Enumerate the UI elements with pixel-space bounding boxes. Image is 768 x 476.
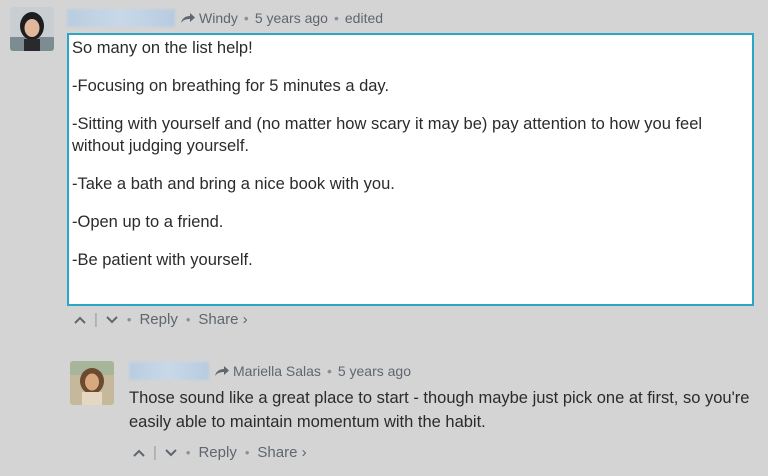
share-button[interactable]: Share › [257, 444, 306, 461]
reply-button[interactable]: Reply [198, 444, 236, 461]
comment-paragraph: -Take a bath and bring a nice book with … [72, 175, 395, 193]
comment-paragraph: -Focusing on breathing for 5 minutes a d… [72, 77, 390, 95]
downvote-icon[interactable] [164, 448, 178, 458]
avatar[interactable] [10, 7, 54, 51]
avatar[interactable] [70, 361, 114, 405]
comment-paragraph: So many on the list help! [72, 39, 253, 57]
comment-actions: | • Reply • Share › [73, 311, 248, 328]
comment-paragraph: -Sitting with yourself and (no matter ho… [72, 115, 703, 155]
reply-actions: | • Reply • Share › [132, 444, 307, 461]
reply-arrow-icon [181, 13, 195, 23]
author-name[interactable] [67, 9, 175, 27]
comment-time[interactable]: 5 years ago [255, 10, 328, 26]
upvote-icon[interactable] [132, 448, 146, 458]
author-name[interactable] [129, 362, 209, 380]
comment-paragraph: -Be patient with yourself. [72, 251, 253, 269]
reply-arrow-icon [215, 366, 229, 376]
reply-meta: Mariella Salas • 5 years ago [214, 363, 411, 379]
comment-paragraph: -Open up to a friend. [72, 213, 224, 231]
upvote-icon[interactable] [73, 315, 87, 325]
replying-to-name[interactable]: Mariella Salas [233, 363, 321, 379]
edited-label: edited [344, 10, 384, 26]
share-button[interactable]: Share › [198, 311, 247, 328]
reply-button[interactable]: Reply [139, 311, 177, 328]
downvote-icon[interactable] [105, 315, 119, 325]
replying-to-name[interactable]: Windy [199, 10, 238, 26]
comment-meta: Windy • 5 years ago • edited [180, 10, 383, 26]
reply-time[interactable]: 5 years ago [338, 363, 411, 379]
reply-body: Those sound like a great place to start … [129, 389, 750, 431]
highlighted-comment-body: So many on the list help! -Focusing on b… [67, 33, 754, 306]
